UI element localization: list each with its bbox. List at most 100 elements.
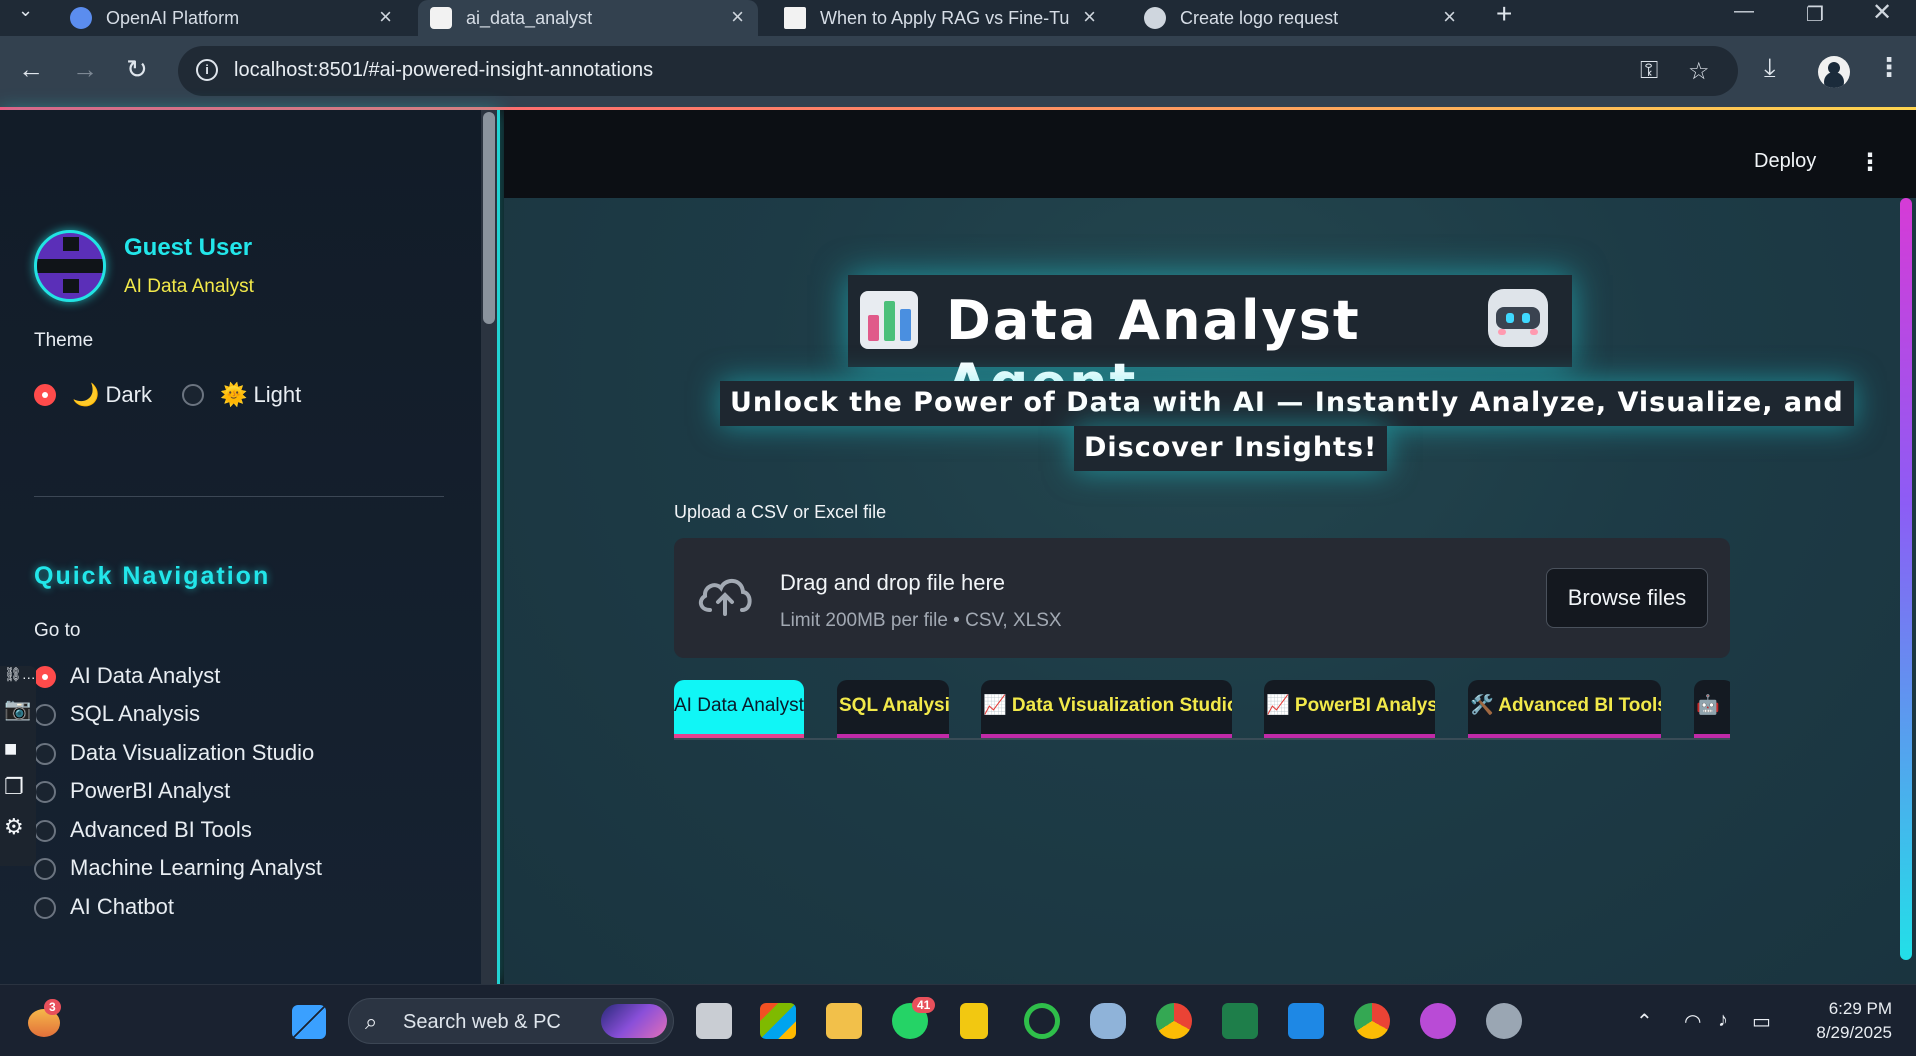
browse-files-button[interactable]: Browse files [1546,568,1708,628]
nav-option-sql-analysis[interactable]: SQL Analysis [70,701,200,727]
vscode-icon[interactable] [1288,1003,1324,1039]
chrome-profile-icon[interactable] [1354,1003,1390,1039]
feature-tabs: AI Data Analyst SQL Analysis 📈 Data Visu… [674,678,1730,740]
new-tab-plus-icon[interactable]: + [1496,0,1512,30]
robot-icon [1488,289,1548,347]
powerbi-icon[interactable] [960,1003,988,1039]
theme-dark-radio[interactable] [34,384,56,406]
tab-ai-data-analyst[interactable]: AI Data Analyst [674,680,804,738]
password-key-icon[interactable]: ⚿ [1640,57,1658,85]
tray-overflow-chevron-icon[interactable]: ⌃ [1636,1009,1653,1034]
video-camera-icon[interactable]: ■ [4,736,17,762]
bookmark-star-icon[interactable]: ☆ [1688,57,1710,86]
nav-radio-ai-chatbot[interactable] [34,897,56,919]
tab-create-logo[interactable]: Create logo request × [1130,0,1470,36]
theme-light-label[interactable]: 🌞 Light [220,382,301,408]
sidebar-divider [34,496,444,497]
profile-avatar[interactable] [1818,56,1850,88]
nav-option-ai-data-analyst[interactable]: AI Data Analyst [70,663,220,689]
minimize-icon[interactable]: — [1734,0,1754,23]
file-explorer-icon[interactable] [826,1003,862,1039]
user-name: Guest User [124,234,253,261]
wifi-icon[interactable]: ◠ [1684,1009,1701,1034]
browser-menu-icon[interactable]: ⋮ [1876,52,1902,83]
close-icon[interactable]: × [1083,4,1096,30]
postgresql-icon[interactable] [1090,1003,1126,1039]
theme-light-radio[interactable] [182,384,204,406]
tab-openai[interactable]: OpenAI Platform × [62,0,406,36]
deploy-button[interactable]: Deploy [1754,150,1816,173]
nav-radio-ai-data-analyst[interactable] [34,666,56,688]
back-arrow-icon[interactable]: ← [18,54,44,85]
tab-ai-chatbot[interactable]: 🤖 [1694,680,1730,738]
download-icon[interactable]: ⤓ [1764,52,1776,84]
settings-app-icon[interactable] [1486,1003,1522,1039]
nav-radio-powerbi[interactable] [34,781,56,803]
title-banner: Data Analyst Agent [848,275,1572,415]
nav-radio-data-visualization[interactable] [34,743,56,765]
close-icon[interactable]: × [1443,4,1456,30]
nav-option-ai-chatbot[interactable]: AI Chatbot [70,894,174,920]
microsoft-store-icon[interactable] [760,1003,796,1039]
spreadsheet-app-icon[interactable] [1222,1003,1258,1039]
browser-tabstrip: ⌄ OpenAI Platform × ai_data_analyst × Wh… [0,0,1916,36]
openai-favicon-icon [70,7,92,29]
nav-option-advanced-bi[interactable]: Advanced BI Tools [70,817,252,843]
chrome-icon[interactable] [1156,1003,1192,1039]
quick-navigation-title: Quick Navigation [34,562,271,590]
system-clock[interactable]: 6:29 PM 8/29/2025 [1792,997,1892,1045]
window-close-icon[interactable]: ✕ [1872,0,1892,27]
media-player-icon[interactable] [1420,1003,1456,1039]
close-icon[interactable]: × [379,4,392,30]
dropzone-limit: Limit 200MB per file • CSV, XLSX [780,610,1062,631]
close-icon[interactable]: × [731,4,744,30]
restore-icon[interactable]: ❐ [1806,2,1824,27]
settings-gear-icon[interactable]: ⚙ [4,814,24,840]
windows-icon[interactable]: ❐ [4,774,24,800]
user-role: AI Data Analyst [124,276,254,297]
battery-icon[interactable]: ▭ [1752,1009,1771,1034]
tab-data-visualization-studio[interactable]: 📈 Data Visualization Studio [981,680,1232,738]
link-more-icon[interactable]: ⛓… [4,666,36,683]
theme-label: Theme [34,330,94,351]
app-circle-icon[interactable] [1024,1003,1060,1039]
taskbar-search[interactable]: ⌕ Search web & PC [348,998,674,1044]
main-content: Deploy ⋮ Data Analyst Agent Unlock the P… [504,110,1916,984]
tab-sql-analysis[interactable]: SQL Analysis [837,680,949,738]
camera-icon[interactable]: 📷 [4,696,31,722]
app-menu-icon[interactable]: ⋮ [1858,148,1882,177]
volume-icon[interactable]: ♪ [1718,1009,1728,1032]
main-scrollbar[interactable] [1900,198,1912,960]
nav-option-powerbi[interactable]: PowerBI Analyst [70,778,230,804]
goto-label: Go to [34,620,81,641]
tab-title: ai_data_analyst [466,7,593,28]
forward-arrow-icon[interactable]: → [72,54,98,85]
reload-icon[interactable]: ↻ [126,54,148,85]
nav-radio-machine-learning[interactable] [34,858,56,880]
theme-dark-label[interactable]: 🌙 Dark [72,382,152,408]
chatgpt-favicon-icon [1144,7,1166,29]
sidebar-scrollbar[interactable] [481,110,497,984]
nav-radio-advanced-bi[interactable] [34,820,56,842]
tab-search-chevron-icon[interactable]: ⌄ [18,0,33,21]
tab-powerbi-analyst[interactable]: 📈 PowerBI Analyst [1264,680,1435,738]
tab-title: Create logo request [1180,7,1339,28]
streamlit-favicon-icon [430,7,452,29]
windows-start-icon[interactable] [292,1005,326,1039]
windows-taskbar: 3 ⌕ Search web & PC 41 ⌃ ◠ ♪ ▭ 6:29 PM 8… [0,984,1916,1056]
task-view-icon[interactable] [696,1003,732,1039]
screen: ⌄ OpenAI Platform × ai_data_analyst × Wh… [0,0,1916,1056]
nav-option-data-visualization[interactable]: Data Visualization Studio [70,740,314,766]
tab-medium-article[interactable]: When to Apply RAG vs Fine-Tur × [770,0,1110,36]
sidebar: Guest User AI Data Analyst Theme 🌙 Dark … [0,110,500,984]
tab-ai-data-analyst[interactable]: ai_data_analyst × [418,0,758,36]
nav-radio-sql-analysis[interactable] [34,704,56,726]
url-text[interactable]: localhost:8501/#ai-powered-insight-annot… [234,59,653,82]
scrollbar-thumb[interactable] [483,112,495,324]
tab-advanced-bi-tools[interactable]: 🛠️ Advanced BI Tools [1468,680,1661,738]
file-dropzone[interactable]: Drag and drop file here Limit 200MB per … [674,538,1730,658]
address-bar[interactable]: i localhost:8501/#ai-powered-insight-ann… [178,46,1738,96]
browser-toolbar: ← → ↻ i localhost:8501/#ai-powered-insig… [0,36,1916,108]
nav-option-machine-learning[interactable]: Machine Learning Analyst [70,855,322,881]
site-info-icon[interactable]: i [196,59,218,81]
